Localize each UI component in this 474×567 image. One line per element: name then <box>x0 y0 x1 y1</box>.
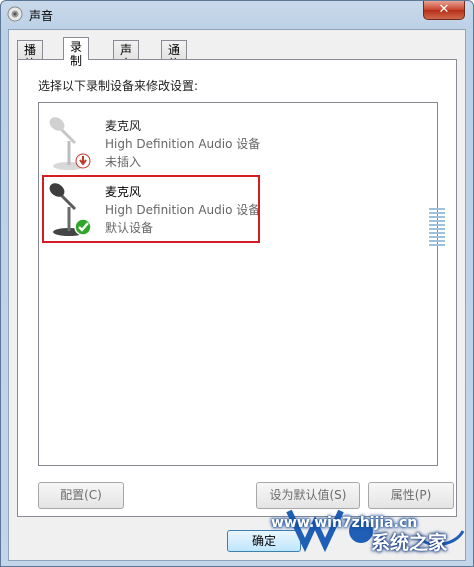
watermark-brand: 系统之家 <box>371 532 448 554</box>
tab-communications[interactable]: 通信 <box>161 40 188 71</box>
set-default-button[interactable]: 设为默认值(S) <box>256 482 360 509</box>
tab-recording[interactable]: 录制 <box>63 37 90 68</box>
title-bar[interactable]: 声音 ✕ <box>1 1 473 29</box>
device-status: 未插入 <box>105 155 142 169</box>
device-list: 麦克风 High Definition Audio 设备 未插入 麦克风 Hig… <box>38 102 445 466</box>
down-arrow-icon <box>75 153 91 169</box>
tab-playback[interactable]: 播放 <box>17 40 44 71</box>
dialog-body: 播放 录制 声音 通信 选择以下录制设备来修改设置: <box>8 29 466 561</box>
recording-panel: 选择以下录制设备来修改设置: 麦克风 High Definition Audio… <box>17 59 457 517</box>
device-item-microphone-unplugged[interactable]: 麦克风 High Definition Audio 设备 未插入 <box>41 111 435 179</box>
ok-button[interactable]: 确定 <box>227 530 301 552</box>
device-name: 麦克风 <box>105 119 142 133</box>
close-button[interactable]: ✕ <box>423 1 465 20</box>
instruction-text: 选择以下录制设备来修改设置: <box>38 79 199 93</box>
selection-highlight <box>42 175 260 243</box>
sound-dialog: 声音 ✕ 播放 录制 声音 通信 选择以下录制设备来修改设置: <box>0 0 474 567</box>
level-meter <box>429 208 445 248</box>
close-icon: ✕ <box>438 2 450 17</box>
device-driver: High Definition Audio 设备 <box>105 137 261 151</box>
tab-sounds[interactable]: 声音 <box>113 40 140 71</box>
configure-button[interactable]: 配置(C) <box>38 482 124 509</box>
microphone-icon <box>49 117 91 170</box>
speaker-icon <box>7 6 23 22</box>
window-title: 声音 <box>29 9 54 23</box>
properties-button[interactable]: 属性(P) <box>368 482 454 509</box>
